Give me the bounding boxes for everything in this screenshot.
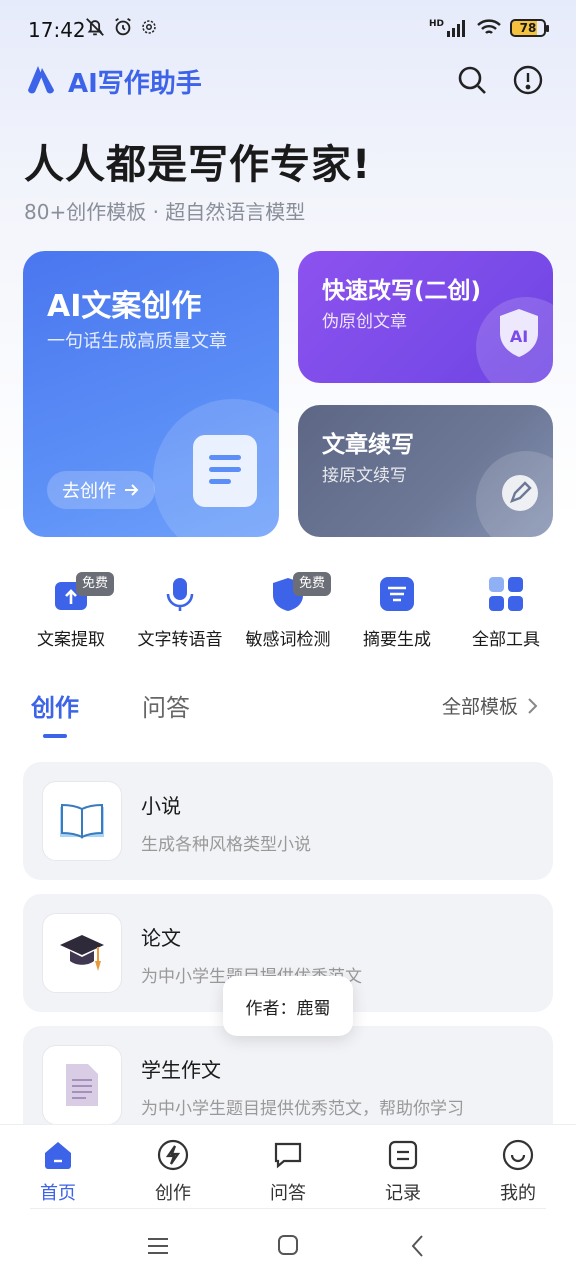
hero-title: 人人都是写作专家! (24, 142, 372, 188)
lightning-icon (157, 1139, 189, 1171)
hero-subtitle: 80+创作模板 · 超自然语言模型 (24, 200, 306, 224)
smile-icon (502, 1139, 534, 1171)
summary-icon (380, 577, 414, 611)
template-desc: 生成各种风格类型小说 (141, 835, 311, 855)
nav-label: 首页 (40, 1183, 76, 1204)
tools-row: 免费 文案提取 文字转语音 免费 敏感词检测 摘要生成 全部工具 (0, 568, 576, 658)
card-title: 文章续写 (322, 432, 414, 458)
document-icon (193, 435, 257, 507)
mute-bell-icon (86, 18, 104, 36)
nav-label: 问答 (270, 1183, 306, 1204)
alarm-icon (115, 17, 131, 36)
nav-label: 创作 (155, 1183, 191, 1204)
all-templates-label: 全部模板 (442, 696, 519, 718)
card-subtitle: 接原文续写 (322, 466, 407, 486)
tool-label: 敏感词检测 (245, 630, 331, 650)
book-icon (60, 803, 104, 839)
status-right-icons: HD 78 (428, 18, 549, 38)
go-create-label: 去创作 (62, 481, 116, 502)
template-desc: 为中小学生题目提供优秀范文，帮助你学习 (141, 1099, 464, 1119)
home-square-icon[interactable] (277, 1234, 299, 1256)
back-icon[interactable] (410, 1234, 426, 1258)
ai-copywriting-card[interactable]: AI文案创作 一句话生成高质量文章 去创作 (23, 251, 279, 537)
thumb (42, 781, 122, 861)
tool-label: 文字转语音 (137, 630, 223, 650)
menu-icon[interactable] (146, 1234, 170, 1258)
pen-icon (502, 475, 538, 511)
system-nav-bar (0, 1214, 576, 1280)
tool-label: 摘要生成 (363, 630, 431, 650)
template-title: 论文 (141, 926, 181, 950)
grid-icon (489, 577, 523, 611)
thumb (42, 1045, 122, 1125)
divider (30, 1208, 546, 1209)
app-logo-icon (28, 66, 54, 94)
document-icon (66, 1064, 98, 1106)
gear-icon (142, 20, 156, 34)
wifi-icon (477, 19, 501, 34)
card-title: AI文案创作 (47, 289, 202, 324)
tool-label: 文案提取 (37, 630, 105, 650)
arrow-right-icon (125, 484, 139, 496)
template-item-novel[interactable]: 小说 生成各种风格类型小说 (23, 762, 553, 880)
tab-create[interactable]: 创作 (31, 688, 79, 723)
go-create-button[interactable]: 去创作 (47, 471, 155, 509)
card-title: 快速改写(二创) (322, 278, 482, 304)
bottom-nav: 首页 创作 问答 记录 我的 (0, 1124, 576, 1214)
chat-bubble-icon (274, 1142, 302, 1169)
signal-icon (447, 20, 465, 37)
status-left-icons (84, 16, 158, 38)
template-title: 小说 (141, 794, 181, 818)
continue-writing-card[interactable]: 文章续写 接原文续写 (298, 405, 553, 537)
battery-level: 78 (519, 21, 537, 35)
template-title: 学生作文 (141, 1058, 221, 1082)
nav-label: 我的 (500, 1183, 536, 1204)
tab-underline (43, 734, 67, 738)
all-templates-link[interactable]: 全部模板 (442, 692, 538, 719)
card-subtitle: 一句话生成高质量文章 (47, 331, 227, 352)
graduation-cap-icon (60, 935, 104, 971)
status-time: 17:42 (28, 18, 86, 42)
battery-indicator: 78 (510, 19, 549, 37)
free-badge: 免费 (76, 572, 115, 596)
thumb (42, 913, 122, 993)
microphone-icon (166, 578, 194, 611)
app-title: AI写作助手 (68, 69, 202, 99)
search-icon[interactable] (456, 64, 488, 96)
ai-badge-label: AI (509, 327, 529, 346)
records-icon (388, 1140, 418, 1170)
card-subtitle: 伪原创文章 (322, 312, 407, 332)
quick-rewrite-card[interactable]: 快速改写(二创) 伪原创文章 AI (298, 251, 553, 383)
author-toast: 作者：鹿蜀 (223, 976, 353, 1036)
hd-label: HD (428, 19, 444, 29)
tool-label: 全部工具 (472, 630, 540, 650)
info-icon[interactable] (512, 64, 544, 96)
tab-qa[interactable]: 问答 (142, 688, 190, 723)
nav-label: 记录 (385, 1183, 421, 1204)
free-badge: 免费 (293, 572, 332, 596)
chevron-right-icon (528, 697, 538, 714)
home-icon (45, 1142, 71, 1169)
